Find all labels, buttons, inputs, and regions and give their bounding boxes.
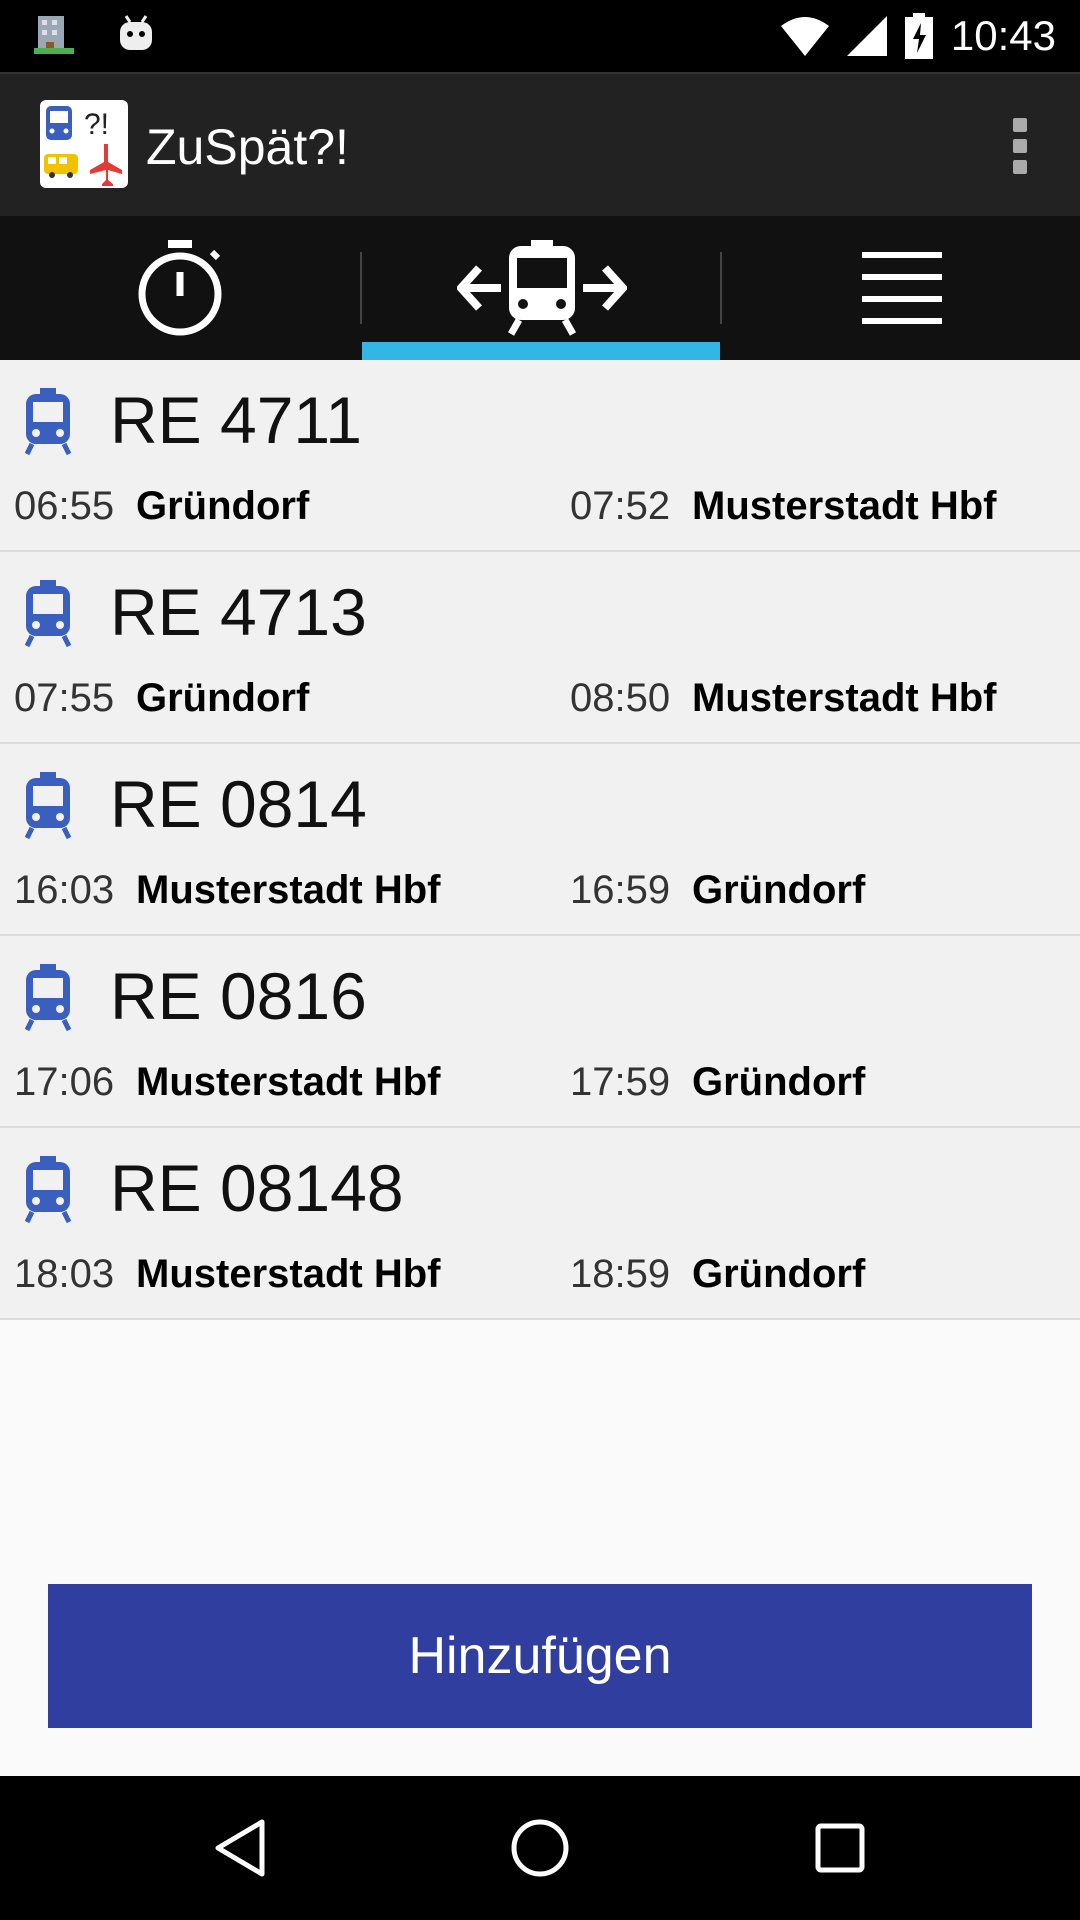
departure-time: 07:55 (14, 676, 115, 720)
arrival-time: 07:52 (570, 484, 671, 528)
building-notification-icon (34, 16, 74, 54)
stopwatch-icon (138, 240, 222, 336)
departure-station: Gründorf (136, 484, 310, 528)
train-icon (24, 388, 72, 456)
android-notification-icon (120, 15, 152, 50)
arrival-station: Gründorf (692, 1252, 866, 1296)
train-name: RE 4711 (110, 383, 362, 457)
home-circle-icon (511, 1819, 569, 1877)
departure-time: 17:06 (14, 1060, 115, 1104)
status-bar: 10:43 (0, 0, 1080, 72)
tab-timer[interactable] (0, 216, 360, 360)
overflow-menu-icon[interactable] (1000, 114, 1040, 178)
departure-time: 18:03 (14, 1252, 115, 1296)
tab-list[interactable] (722, 216, 1080, 360)
departure-station: Musterstadt Hbf (136, 1252, 441, 1296)
train-icon (24, 1156, 72, 1224)
app-title: ZuSpät?! (146, 119, 349, 175)
train-row[interactable]: RE 0814 16:03 Musterstadt Hbf 16:59 Grün… (0, 744, 1080, 936)
departure-time: 16:03 (14, 868, 115, 912)
train-name: RE 0816 (110, 959, 367, 1033)
tab-trains[interactable] (362, 216, 722, 360)
arrival-time: 08:50 (570, 676, 671, 720)
train-icon (24, 772, 72, 840)
departure-station: Gründorf (136, 676, 310, 720)
train-row[interactable]: RE 0816 17:06 Musterstadt Hbf 17:59 Grün… (0, 936, 1080, 1128)
arrival-station: Gründorf (692, 1060, 866, 1104)
menu-lines-icon (862, 252, 942, 324)
train-icon (24, 580, 72, 648)
train-list: RE 4711 06:55 Gründorf 07:52 Musterstadt… (0, 360, 1080, 1320)
arrival-time: 16:59 (570, 868, 671, 912)
arrival-time: 18:59 (570, 1252, 671, 1296)
tab-selected-indicator (362, 342, 720, 360)
home-button[interactable] (490, 1798, 590, 1898)
departure-time: 06:55 (14, 484, 115, 528)
arrival-time: 17:59 (570, 1060, 671, 1104)
app-logo-icon: ?! (40, 100, 128, 188)
train-arrows-icon (457, 240, 627, 336)
recent-apps-button[interactable] (790, 1798, 890, 1898)
status-time: 10:43 (950, 12, 1056, 59)
arrival-station: Gründorf (692, 868, 866, 912)
action-bar: ?! ZuSpät?! (0, 72, 1080, 216)
arrival-station: Musterstadt Hbf (692, 676, 997, 720)
back-triangle-icon (215, 1819, 265, 1877)
train-row[interactable]: RE 4711 06:55 Gründorf 07:52 Musterstadt… (0, 360, 1080, 552)
svg-text:?!: ?! (84, 108, 109, 141)
battery-charging-icon (904, 13, 933, 59)
tab-bar (0, 216, 1080, 360)
departure-station: Musterstadt Hbf (136, 868, 441, 912)
arrival-station: Musterstadt Hbf (692, 484, 997, 528)
wifi-icon (780, 17, 829, 56)
train-name: RE 4713 (110, 575, 367, 649)
add-button[interactable]: Hinzufügen (48, 1584, 1032, 1728)
train-name: RE 08148 (110, 1151, 404, 1225)
train-icon (24, 964, 72, 1032)
train-name: RE 0814 (110, 767, 367, 841)
recent-apps-square-icon (815, 1823, 865, 1873)
signal-icon (846, 16, 887, 56)
back-button[interactable] (190, 1798, 290, 1898)
navigation-bar (0, 1776, 1080, 1920)
train-row[interactable]: RE 08148 18:03 Musterstadt Hbf 18:59 Grü… (0, 1128, 1080, 1320)
train-row[interactable]: RE 4713 07:55 Gründorf 08:50 Musterstadt… (0, 552, 1080, 744)
departure-station: Musterstadt Hbf (136, 1060, 441, 1104)
